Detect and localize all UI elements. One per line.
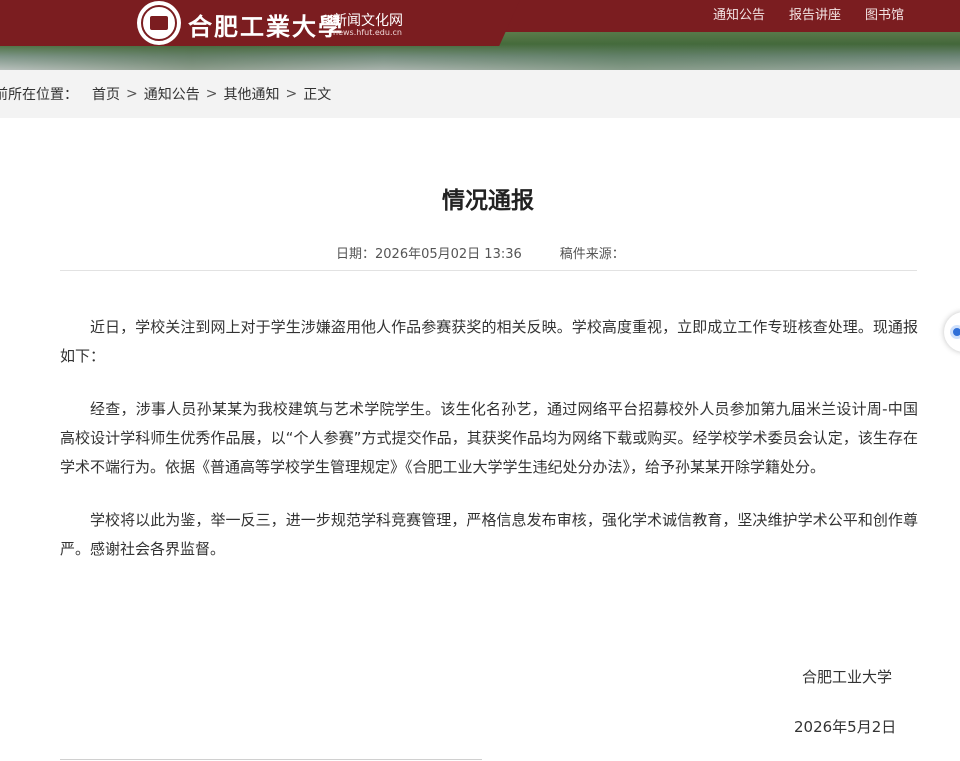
university-name-logo[interactable]: 合肥工業大學 bbox=[188, 7, 344, 42]
breadcrumb: 前所在位置： 首页 > 通知公告 > 其他通知 > 正文 bbox=[0, 70, 960, 118]
meta-divider bbox=[60, 270, 917, 271]
nav-link-lectures[interactable]: 报告讲座 bbox=[789, 4, 841, 23]
article-paragraph: 近日，学校关注到网上对于学生涉嫌盗用他人作品参赛获奖的相关反映。学校高度重视，立… bbox=[60, 318, 918, 365]
circle-icon bbox=[950, 325, 960, 339]
breadcrumb-separator: > bbox=[205, 86, 218, 102]
article-paragraph: 学校将以此为鉴，举一反三，进一步规范学科竞赛管理，严格信息发布审核，强化学术诚信… bbox=[60, 511, 918, 558]
article-date: 日期：2026年05月02日 13:36 bbox=[336, 247, 522, 262]
signature-organization: 合肥工业大学 bbox=[802, 668, 893, 686]
nav-link-library[interactable]: 图书馆 bbox=[865, 4, 904, 23]
article-body: 近日，学校关注到网上对于学生涉嫌盗用他人作品参赛获奖的相关反映。学校高度重视，立… bbox=[60, 313, 918, 588]
nav-link-notices[interactable]: 通知公告 bbox=[713, 4, 765, 23]
bottom-divider bbox=[60, 759, 482, 760]
signature-date: 2026年5月2日 bbox=[794, 718, 897, 736]
university-seal-logo[interactable] bbox=[137, 1, 181, 45]
site-subtitle: 新闻文化网 bbox=[333, 13, 403, 29]
breadcrumb-label: 前所在位置： bbox=[0, 87, 78, 103]
article-meta: 日期：2026年05月02日 13:36 稿件来源： bbox=[336, 243, 625, 262]
article-paragraph: 经查，涉事人员孙某某为我校建筑与艺术学院学生。该生化名孙艺，通过网络平台招募校外… bbox=[60, 400, 918, 476]
breadcrumb-separator: > bbox=[285, 86, 298, 102]
site-url: news.hfut.edu.cn bbox=[333, 28, 402, 37]
breadcrumb-notices[interactable]: 通知公告 bbox=[144, 84, 200, 104]
breadcrumb-current: 正文 bbox=[303, 87, 332, 103]
article-source: 稿件来源： bbox=[559, 247, 625, 262]
breadcrumb-home[interactable]: 首页 bbox=[92, 84, 120, 104]
top-nav: 通知公告 报告讲座 图书馆 bbox=[713, 4, 904, 23]
site-header: 合肥工業大學 新闻文化网 news.hfut.edu.cn 通知公告 报告讲座 … bbox=[0, 0, 960, 70]
seal-ring-icon bbox=[141, 5, 177, 41]
article-title: 情况通报 bbox=[442, 188, 534, 214]
breadcrumb-other-notices[interactable]: 其他通知 bbox=[223, 84, 279, 104]
breadcrumb-separator: > bbox=[126, 86, 138, 102]
floating-side-button[interactable] bbox=[944, 312, 960, 352]
